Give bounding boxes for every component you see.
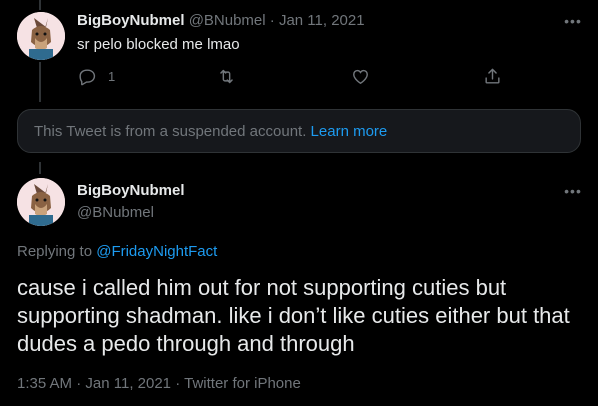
thread-line-top — [39, 0, 41, 10]
tweet-actions: 1 — [77, 66, 507, 86]
share-icon — [485, 68, 500, 84]
reply-count: 1 — [108, 68, 116, 84]
tweet-header: BigBoyNubmel @BNubmel · Jan 11, 2021 — [77, 12, 365, 29]
avatar[interactable] — [17, 12, 65, 60]
avatar-image — [17, 12, 65, 60]
thread-line-mid — [39, 62, 41, 102]
learn-more-link[interactable]: Learn more — [311, 123, 388, 140]
tweet-date[interactable]: Jan 11, 2021 — [85, 375, 171, 392]
tweet-text: cause i called him out for not supportin… — [17, 275, 570, 356]
user-handle[interactable]: @BNubmel — [77, 204, 154, 221]
more-icon[interactable]: ••• — [563, 14, 583, 33]
tweet-text: sr pelo blocked me lmao — [77, 36, 240, 53]
replying-prefix: Replying to — [17, 243, 97, 260]
separator: · — [76, 375, 82, 392]
retweet-icon — [220, 69, 233, 83]
display-name[interactable]: BigBoyNubmel — [77, 182, 185, 199]
tweet-time[interactable]: 1:35 AM — [17, 375, 72, 392]
user-handle[interactable]: @BNubmel — [189, 12, 266, 29]
suspended-text: This Tweet is from a suspended account. — [34, 122, 307, 140]
replying-to-link[interactable]: @FridayNightFact — [96, 243, 217, 260]
retweet-button[interactable] — [217, 66, 236, 86]
replying-to: Replying to @FridayNightFact — [17, 243, 217, 260]
share-button[interactable] — [483, 66, 502, 86]
display-name[interactable]: BigBoyNubmel — [77, 12, 185, 29]
tweet-meta: 1:35 AM · Jan 11, 2021 · Twitter for iPh… — [17, 375, 301, 392]
like-button[interactable] — [351, 66, 370, 86]
avatar[interactable] — [17, 178, 65, 226]
separator: · — [269, 12, 275, 29]
separator: · — [175, 375, 181, 392]
reply-button[interactable]: 1 — [77, 66, 115, 86]
thread-line-lower — [39, 162, 41, 174]
suspended-tweet-notice: This Tweet is from a suspended account. … — [17, 109, 581, 153]
reply-icon — [79, 68, 96, 85]
tweet-date[interactable]: Jan 11, 2021 — [279, 12, 365, 29]
like-icon — [353, 69, 368, 84]
more-icon[interactable]: ••• — [563, 184, 583, 203]
tweet-source[interactable]: Twitter for iPhone — [184, 375, 301, 392]
avatar-image — [17, 178, 65, 226]
